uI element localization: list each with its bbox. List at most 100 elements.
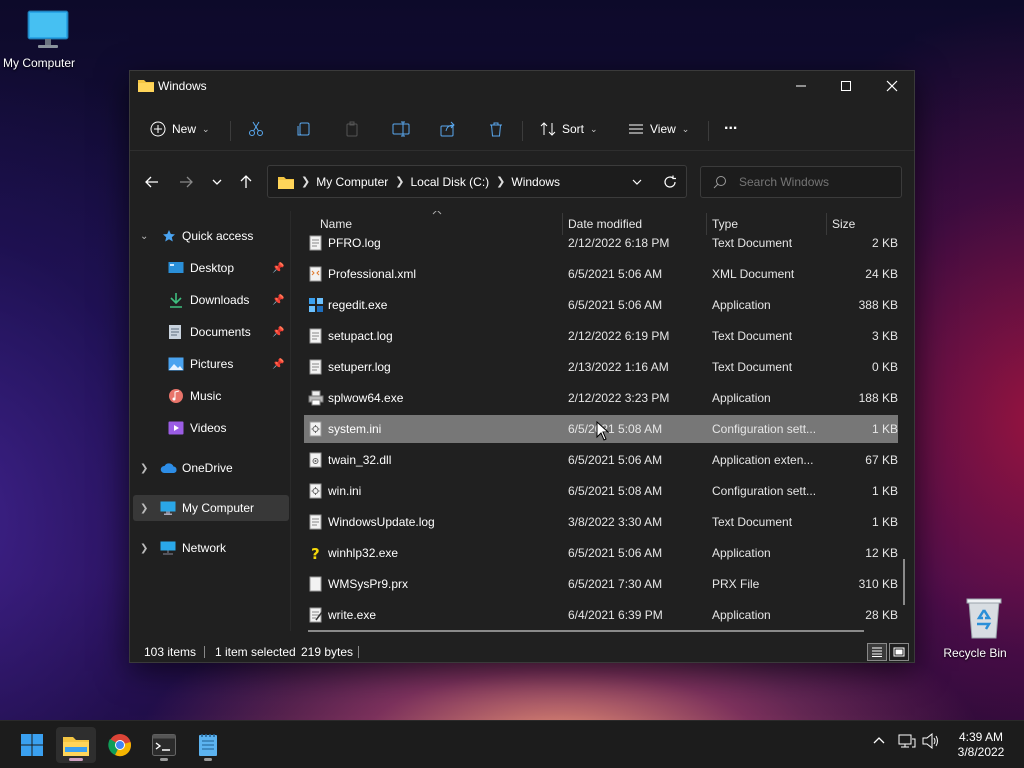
breadcrumb-separator: ❯ [395, 176, 405, 188]
forward-button[interactable] [172, 169, 200, 195]
address-bar[interactable]: ❯ My Computer ❯ Local Disk (C:) ❯ Window… [267, 165, 687, 198]
sidebar-label: Downloads [190, 293, 250, 307]
sort-label: Sort [562, 122, 585, 136]
file-row[interactable]: Professional.xml 6/5/2021 5:06 AM XML Docu… [304, 260, 898, 288]
more-options-icon: ... [724, 116, 738, 133]
taskbar-notepad[interactable] [188, 727, 228, 763]
sidebar-item-onedrive[interactable]: ❯ OneDrive [130, 455, 286, 481]
sidebar-item-music[interactable]: Music [130, 383, 286, 409]
file-row[interactable]: WMSysPr9.prx 6/5/2021 7:30 AM PRX File 310 … [304, 570, 898, 598]
sidebar-item-pictures[interactable]: Pictures 📌 [130, 351, 286, 377]
chevron-down-icon: ⌄ [681, 123, 690, 134]
sidebar-label: Network [182, 541, 227, 555]
taskbar-chrome[interactable] [100, 727, 140, 763]
sidebar-item-network[interactable]: ❯ Network [130, 535, 286, 561]
close-button[interactable] [869, 71, 915, 101]
pictures-icon [168, 357, 184, 371]
title-bar[interactable]: Windows [130, 71, 914, 103]
file-name: regedit.exe [328, 298, 388, 312]
file-size: 3 KB [871, 329, 898, 343]
music-icon [169, 389, 183, 403]
file-name: splwow64.exe [328, 391, 404, 405]
chrome-icon [108, 734, 131, 757]
pin-icon: 📌 [272, 326, 285, 338]
pane-divider[interactable] [290, 211, 291, 631]
sidebar-item-documents[interactable]: Documents 📌 [130, 319, 286, 345]
toolbar-divider [522, 121, 523, 141]
horizontal-scrollbar[interactable] [308, 630, 864, 632]
sidebar-label: Documents [190, 325, 251, 339]
start-button[interactable] [12, 727, 52, 763]
copy-button[interactable] [296, 115, 312, 143]
search-input[interactable] [739, 175, 889, 189]
chevron-up-icon[interactable] [872, 733, 886, 747]
maximize-button[interactable] [823, 71, 869, 101]
taskbar-file-explorer[interactable] [56, 727, 96, 763]
up-button[interactable] [232, 169, 260, 195]
file-row[interactable]: ? winhlp32.exe 6/5/2021 5:06 AM Application… [304, 539, 898, 567]
system-clock[interactable]: 4:39 AM 3/8/2022 [948, 730, 1014, 760]
minimize-button[interactable] [778, 71, 824, 101]
chevron-right-icon[interactable]: ❯ [140, 463, 148, 474]
view-button[interactable]: View ⌄ [628, 115, 689, 143]
refresh-icon[interactable] [663, 175, 677, 189]
chevron-down-icon [212, 179, 222, 185]
sidebar-item-quick-access[interactable]: ⌄ Quick access [130, 223, 286, 249]
file-date-modified: 2/12/2022 6:19 PM [568, 329, 670, 343]
text-file-icon [309, 235, 322, 251]
sidebar-item-downloads[interactable]: Downloads 📌 [130, 287, 286, 313]
scissors-icon [249, 121, 263, 136]
delete-button[interactable] [488, 115, 504, 143]
more-options-button[interactable]: ... [724, 111, 737, 139]
search-box[interactable] [700, 166, 902, 198]
text-file-icon [309, 514, 322, 530]
file-row[interactable]: setupact.log 2/12/2022 6:19 PM Text Docume… [304, 322, 898, 350]
file-name: Professional.xml [328, 267, 417, 281]
chevron-down-icon[interactable] [631, 176, 643, 188]
recent-locations-button[interactable] [203, 169, 231, 195]
desktop-recycle-bin[interactable]: Recycle Bin [936, 596, 1014, 660]
sort-button[interactable]: Sort ⌄ [540, 115, 598, 143]
file-date-modified: 2/13/2022 1:16 AM [568, 360, 669, 374]
file-row[interactable]: regedit.exe 6/5/2021 5:06 AM Application 38… [304, 291, 898, 319]
arrow-right-icon [180, 176, 193, 188]
breadcrumb-local-disk[interactable]: Local Disk (C:) [410, 175, 489, 189]
config-file-icon [309, 421, 322, 437]
share-button[interactable] [440, 115, 456, 143]
file-row[interactable]: setuperr.log 2/13/2022 1:16 AM Text Docume… [304, 353, 898, 381]
vertical-scrollbar[interactable] [903, 559, 905, 605]
file-date-modified: 6/5/2021 5:06 AM [568, 546, 663, 560]
chevron-right-icon[interactable]: ❯ [140, 503, 148, 514]
new-button[interactable]: New ⌄ [150, 115, 210, 143]
large-icons-view-button[interactable] [889, 643, 909, 661]
file-date-modified: 6/5/2021 5:06 AM [568, 453, 663, 467]
rename-button[interactable] [392, 115, 410, 143]
file-row[interactable]: write.exe 6/4/2021 6:39 PM Application 28 K… [304, 601, 898, 629]
chevron-down-icon[interactable]: ⌄ [140, 231, 148, 242]
cut-button[interactable] [248, 115, 264, 143]
file-row[interactable]: PFRO.log 2/12/2022 6:18 PM Text Document 2 … [304, 229, 898, 257]
volume-icon[interactable] [922, 733, 940, 749]
breadcrumb-windows[interactable]: Windows [511, 175, 560, 189]
file-row[interactable]: twain_32.dll 6/5/2021 5:06 AM Application … [304, 446, 898, 474]
file-row[interactable]: WindowsUpdate.log 3/8/2022 3:30 AM Text Do… [304, 508, 898, 536]
chevron-right-icon[interactable]: ❯ [140, 543, 148, 554]
file-type: Application [712, 608, 771, 622]
network-status-icon[interactable] [898, 733, 916, 749]
sidebar-item-videos[interactable]: Videos [130, 415, 286, 441]
file-size: 2 KB [871, 236, 898, 250]
sidebar-item-desktop[interactable]: Desktop 📌 [130, 255, 286, 281]
taskbar-terminal[interactable] [144, 727, 184, 763]
sidebar-item-my-computer[interactable]: ❯ My Computer [133, 495, 289, 521]
breadcrumb-my-computer[interactable]: My Computer [316, 175, 388, 189]
sidebar-label: Videos [190, 421, 227, 435]
star-icon [163, 230, 175, 242]
details-view-button[interactable] [867, 643, 887, 661]
file-row[interactable]: win.ini 6/5/2021 5:08 AM Configuration set… [304, 477, 898, 505]
file-row[interactable]: splwow64.exe 2/12/2022 3:23 PM Application… [304, 384, 898, 412]
back-button[interactable] [138, 169, 166, 195]
desktop-my-computer[interactable]: My Computer [0, 10, 78, 70]
close-icon [886, 80, 898, 92]
sidebar-label: OneDrive [182, 461, 233, 475]
paste-button[interactable] [344, 115, 360, 143]
